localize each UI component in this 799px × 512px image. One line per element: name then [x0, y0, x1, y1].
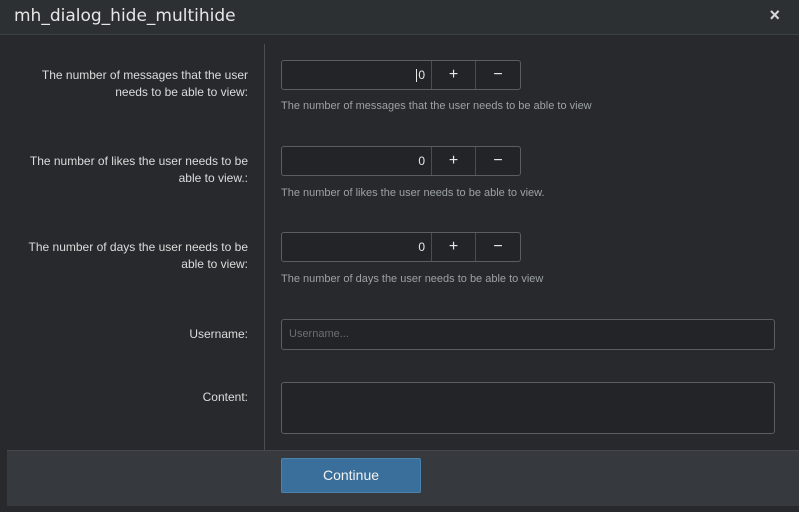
days-stepper: 0 + −: [281, 232, 521, 262]
messages-stepper: 0 + −: [281, 60, 521, 90]
content-textarea[interactable]: [281, 382, 775, 434]
dialog-title: mh_dialog_hide_multihide: [14, 6, 236, 26]
close-icon[interactable]: ×: [769, 5, 780, 26]
content-label: Content:: [202, 390, 248, 404]
messages-increment-button[interactable]: +: [432, 61, 476, 89]
likes-label: The number of likes the user needs to be…: [29, 154, 248, 185]
days-label: The number of days the user needs to be …: [28, 240, 248, 271]
days-increment-button[interactable]: +: [432, 233, 476, 261]
messages-decrement-button[interactable]: −: [476, 61, 520, 89]
continue-button[interactable]: Continue: [281, 458, 421, 493]
likes-decrement-button[interactable]: −: [476, 147, 520, 175]
likes-input[interactable]: 0: [282, 147, 432, 175]
messages-label: The number of messages that the user nee…: [41, 68, 248, 99]
days-decrement-button[interactable]: −: [476, 233, 520, 261]
username-label: Username:: [189, 327, 248, 341]
messages-hint: The number of messages that the user nee…: [281, 100, 592, 112]
likes-increment-button[interactable]: +: [432, 147, 476, 175]
username-input[interactable]: Username...: [281, 319, 775, 350]
days-hint: The number of days the user needs to be …: [281, 273, 544, 285]
likes-hint: The number of likes the user needs to be…: [281, 187, 545, 199]
days-input[interactable]: 0: [282, 233, 432, 261]
messages-input[interactable]: 0: [282, 61, 432, 89]
form-divider: [264, 44, 265, 450]
likes-stepper: 0 + −: [281, 146, 521, 176]
dialog: mh_dialog_hide_multihide × The number of…: [0, 0, 799, 512]
messages-value: 0: [418, 68, 425, 82]
dialog-titlebar: mh_dialog_hide_multihide ×: [0, 0, 799, 35]
